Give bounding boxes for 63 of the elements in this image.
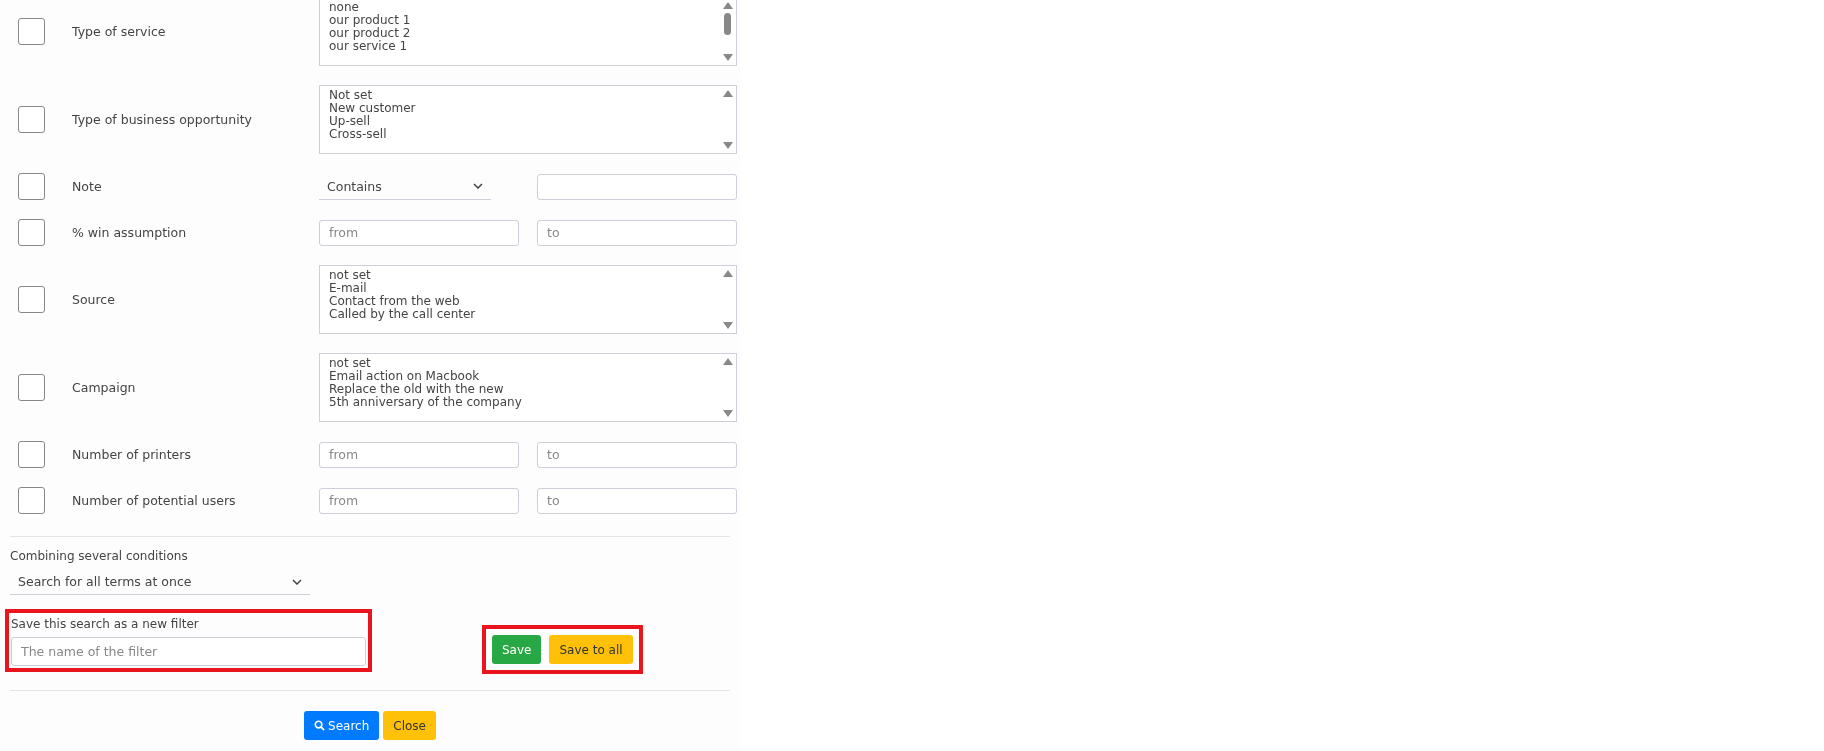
checkbox[interactable] — [18, 18, 45, 45]
from-field[interactable]: from — [319, 487, 519, 514]
checkbox[interactable] — [18, 286, 45, 313]
close-button[interactable]: Close — [383, 711, 436, 740]
list-option[interactable]: Not set — [329, 89, 736, 102]
scroll-up-icon[interactable] — [723, 90, 733, 97]
list-option[interactable]: our product 2 — [329, 27, 736, 40]
list-option[interactable]: Replace the old with the new — [329, 383, 736, 396]
to-field[interactable]: to — [537, 219, 737, 246]
to-field[interactable]: to — [537, 441, 737, 468]
operator-select[interactable]: Contains — [319, 173, 491, 200]
condition-label: Type of business opportunity — [72, 112, 253, 127]
chevron-down-icon — [473, 183, 483, 189]
scroll-down-icon[interactable] — [723, 410, 733, 417]
search-icon — [314, 720, 326, 731]
scroll-down-icon[interactable] — [723, 54, 733, 61]
checkbox[interactable] — [18, 441, 45, 468]
scroll-thumb[interactable] — [724, 13, 731, 35]
from-field[interactable]: from — [319, 219, 519, 246]
list-option[interactable]: not set — [329, 357, 736, 370]
scroll-down-icon[interactable] — [723, 142, 733, 149]
condition-label: Source — [72, 292, 116, 307]
combining-select[interactable]: Search for all terms at once — [10, 569, 310, 595]
save-filter-label: Save this search as a new filter — [11, 617, 200, 631]
checkbox[interactable] — [18, 487, 45, 514]
scroll-down-icon[interactable] — [723, 322, 733, 329]
list-option[interactable]: E-mail — [329, 282, 736, 295]
scroll-up-icon[interactable] — [723, 358, 733, 365]
list-option[interactable]: not set — [329, 269, 736, 282]
list-option[interactable]: New customer — [329, 102, 736, 115]
list-box[interactable]: none our product 1 our product 2 our service 1 — [319, 0, 737, 66]
condition-label: % win assumption — [72, 225, 188, 240]
condition-label: Type of service — [72, 24, 167, 39]
filter-name-field[interactable]: The name of the filter — [11, 637, 366, 666]
search-button[interactable]: Search — [304, 711, 380, 740]
list-option[interactable]: none — [329, 1, 736, 14]
scroll-up-icon[interactable] — [723, 2, 733, 9]
scroll-up-icon[interactable] — [723, 270, 733, 277]
list-box[interactable]: not set Email action on Macbook Replace the old with the new 5th anniversary of the company — [319, 353, 737, 422]
save-button[interactable]: Save to all — [549, 635, 633, 664]
checkbox[interactable] — [18, 173, 45, 200]
list-box[interactable]: not set E-mail Contact from the web Called by the call center — [319, 265, 737, 334]
list-option[interactable]: Email action on Macbook — [329, 370, 736, 383]
list-option[interactable]: 5th anniversary of the company — [329, 396, 736, 409]
condition-label: Number of printers — [72, 447, 192, 462]
list-option[interactable]: our product 1 — [329, 14, 736, 27]
from-field[interactable]: from — [319, 441, 519, 468]
checkbox[interactable] — [18, 219, 45, 246]
list-option[interactable]: Called by the call center — [329, 308, 736, 321]
list-option[interactable]: Cross-sell — [329, 128, 736, 141]
to-field[interactable]: to — [537, 487, 737, 514]
condition-label: Number of potential users — [72, 493, 237, 508]
checkbox[interactable] — [18, 106, 45, 133]
checkbox[interactable] — [18, 374, 45, 401]
combining-label: Combining several conditions — [10, 549, 189, 563]
chevron-down-icon — [292, 578, 302, 585]
list-box[interactable]: Not set New customer Up-sell Cross-sell — [319, 85, 737, 154]
text-field[interactable] — [537, 173, 737, 200]
condition-label: Note — [72, 179, 103, 194]
list-option[interactable]: Up-sell — [329, 115, 736, 128]
list-option[interactable]: our service 1 — [329, 40, 736, 53]
list-option[interactable]: Contact from the web — [329, 295, 736, 308]
condition-label: Campaign — [72, 380, 137, 395]
